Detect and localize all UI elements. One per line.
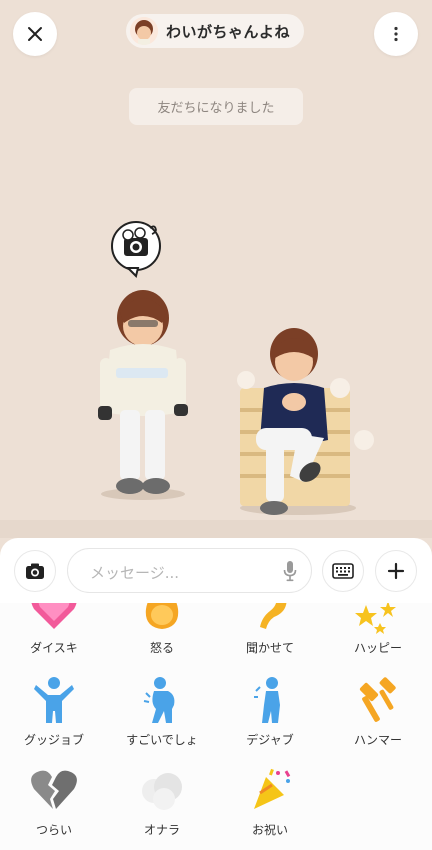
ear-icon xyxy=(260,603,287,629)
camera-button[interactable] xyxy=(14,550,56,592)
sticker-label: すごいでしょ xyxy=(126,733,198,747)
close-icon xyxy=(28,27,42,41)
hammer-icon xyxy=(359,677,396,722)
sticker-label: オナラ xyxy=(143,823,180,837)
more-vertical-icon xyxy=(394,26,398,42)
chat-partner-pill[interactable]: わいがちゃんよね xyxy=(126,14,305,48)
sticker-label: 怒る xyxy=(149,641,174,655)
sticker-item[interactable]: ハンマー xyxy=(324,675,432,765)
sticker-label: つらい xyxy=(35,823,72,837)
message-input[interactable]: メッセージ... xyxy=(67,548,312,593)
avatar-scene: わいがちゃんよね 友だちになりました xyxy=(0,0,432,538)
sticker-label: デジャブ xyxy=(246,733,294,747)
happy-sparkle-icon xyxy=(355,603,396,634)
heart-icon xyxy=(31,603,77,629)
plus-icon xyxy=(387,562,405,580)
add-button[interactable] xyxy=(375,550,417,592)
fart-cloud-icon xyxy=(142,773,182,810)
sticker-item[interactable]: つらい xyxy=(0,763,108,850)
party-popper-icon xyxy=(254,768,291,809)
sticker-label: ダイスキ xyxy=(30,641,78,655)
floor xyxy=(0,520,432,538)
sticker-label: ハッピー xyxy=(353,641,402,655)
camera-thought-bubble xyxy=(111,221,161,278)
broken-heart-icon xyxy=(31,770,77,809)
sticker-item[interactable]: グッジョブ xyxy=(0,675,108,765)
mic-icon[interactable] xyxy=(283,560,297,582)
sticker-item[interactable]: オナラ xyxy=(108,763,216,850)
message-composer: メッセージ... xyxy=(0,538,432,603)
sticker-label: 聞かせて xyxy=(245,641,294,655)
sticker-panel: ダイスキ 怒る 聞かせて ハッピー グッジョブ すごいでしょ デジャブ ハンマー… xyxy=(0,603,432,850)
sticker-label: ハンマー xyxy=(353,733,402,747)
good-job-figure-icon xyxy=(34,677,74,723)
sticker-label: お祝い xyxy=(251,823,288,837)
sticker-item[interactable]: デジャブ xyxy=(216,675,324,765)
chat-partner-name: わいがちゃんよね xyxy=(166,22,291,41)
camera-icon xyxy=(26,563,44,579)
user-avatar-standing[interactable] xyxy=(88,218,198,508)
sticker-item[interactable]: すごいでしょ xyxy=(108,675,216,765)
more-options-button[interactable] xyxy=(374,12,418,56)
sticker-label: グッジョブ xyxy=(23,733,84,747)
system-message: 友だちになりました xyxy=(129,88,303,125)
dejavu-figure-icon xyxy=(254,677,280,723)
angry-fire-icon xyxy=(145,603,179,629)
keyboard-icon xyxy=(332,563,354,579)
friend-avatar-sitting[interactable] xyxy=(228,322,378,522)
sticker-item[interactable]: お祝い xyxy=(216,763,324,850)
proud-figure-icon xyxy=(143,677,175,723)
close-button[interactable] xyxy=(13,12,57,56)
message-input-placeholder: メッセージ... xyxy=(90,564,180,582)
avatar xyxy=(130,17,158,45)
keyboard-button[interactable] xyxy=(322,550,364,592)
